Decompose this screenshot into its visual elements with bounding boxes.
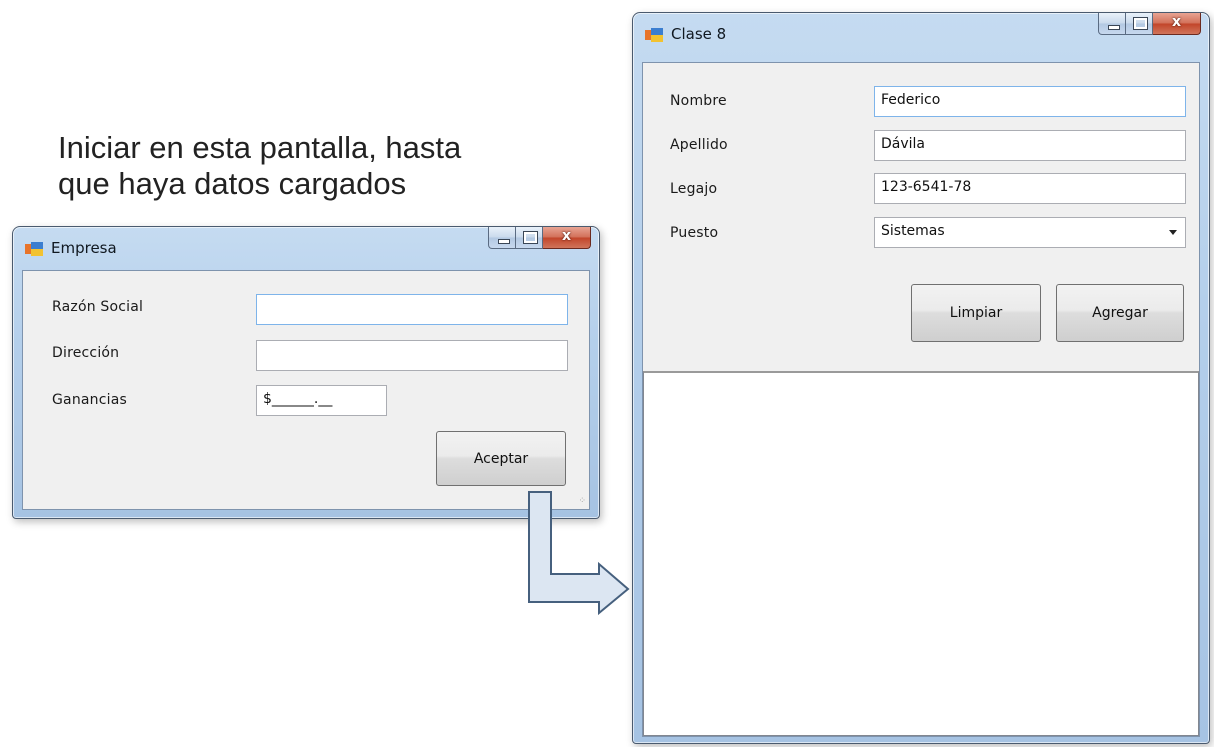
razon-social-label: Razón Social: [52, 299, 144, 315]
clase8-caption-buttons: x: [1098, 13, 1201, 35]
minimize-button[interactable]: [488, 227, 516, 249]
empresa-window: Empresa x Razón Social Dirección Gananci…: [12, 226, 600, 519]
clase8-client-area: Nombre Federico Apellido Dávila Legajo 1…: [642, 62, 1200, 737]
puesto-selected-value: Sistemas: [881, 223, 945, 239]
empresa-title: Empresa: [51, 239, 117, 257]
nombre-label: Nombre: [670, 93, 727, 109]
instruction-caption: Iniciar en esta pantalla, hasta que haya…: [58, 130, 462, 201]
app-window-icon: [645, 28, 663, 42]
direccion-label: Dirección: [52, 345, 120, 361]
legajo-label: Legajo: [670, 181, 718, 197]
clase8-window: Clase 8 x Nombre Federico Apellido Dávil…: [632, 12, 1210, 744]
direccion-field[interactable]: [256, 340, 568, 371]
flow-arrow-icon: [528, 491, 630, 616]
empresa-client-area: Razón Social Dirección Ganancias $______…: [22, 270, 590, 510]
aceptar-button[interactable]: Aceptar: [436, 431, 566, 486]
records-list-panel[interactable]: [643, 371, 1199, 736]
empresa-titlebar[interactable]: Empresa x: [13, 227, 599, 267]
legajo-field[interactable]: 123-6541-78: [874, 173, 1186, 204]
close-button[interactable]: x: [543, 227, 591, 249]
ganancias-field[interactable]: $______.__: [256, 385, 387, 416]
app-window-icon: [25, 242, 43, 256]
maximize-button[interactable]: [516, 227, 543, 249]
agregar-button[interactable]: Agregar: [1056, 284, 1184, 342]
maximize-button[interactable]: [1126, 13, 1153, 35]
puesto-combobox[interactable]: Sistemas: [874, 217, 1186, 248]
chevron-down-icon[interactable]: [1169, 230, 1177, 235]
minimize-button[interactable]: [1098, 13, 1126, 35]
nombre-field[interactable]: Federico: [874, 86, 1186, 117]
apellido-field[interactable]: Dávila: [874, 130, 1186, 161]
canvas: Iniciar en esta pantalla, hasta que haya…: [0, 0, 1214, 747]
clase8-title: Clase 8: [671, 25, 727, 43]
clase8-titlebar[interactable]: Clase 8 x: [633, 13, 1209, 53]
close-button[interactable]: x: [1153, 13, 1201, 35]
puesto-label: Puesto: [670, 225, 719, 241]
empresa-caption-buttons: x: [488, 227, 591, 249]
ganancias-label: Ganancias: [52, 392, 128, 408]
razon-social-field[interactable]: [256, 294, 568, 325]
close-icon: x: [561, 228, 572, 244]
limpiar-button[interactable]: Limpiar: [911, 284, 1041, 342]
apellido-label: Apellido: [670, 137, 728, 153]
close-icon: x: [1171, 14, 1182, 30]
